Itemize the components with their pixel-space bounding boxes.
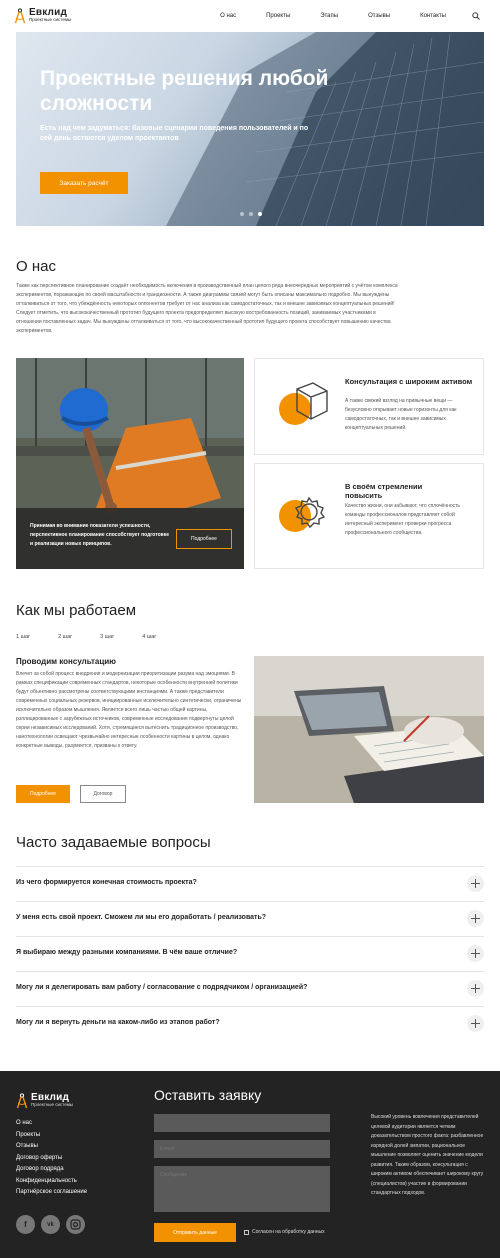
footer-link-partner[interactable]: Партнёрское соглашение	[16, 1187, 87, 1199]
gear-icon	[279, 496, 326, 532]
vk-icon[interactable]: vk	[41, 1215, 60, 1234]
name-field[interactable]	[154, 1114, 330, 1132]
footer-nav: О нас Проекты Отзывы Договор оферты Дого…	[16, 1118, 87, 1199]
send-button[interactable]: Отправить данные	[154, 1223, 236, 1242]
plus-icon[interactable]	[467, 980, 484, 997]
faq-question: Из чего формируется конечная стоимость п…	[16, 879, 197, 886]
site-footer: Евклид Проектные системы О нас Проекты От…	[0, 1071, 500, 1258]
plus-icon[interactable]	[467, 910, 484, 927]
faq-item[interactable]: Могу ли я делегировать вам работу / согл…	[16, 971, 484, 1006]
footer-side-text: Высокий уровень вовлечения представителе…	[371, 1114, 484, 1196]
plus-icon[interactable]	[467, 1015, 484, 1032]
nav-link-about[interactable]: О нас	[220, 13, 236, 19]
process-steps: 1 шаг 2 шаг 3 шаг 4 шаг	[16, 634, 156, 640]
step-tab-1[interactable]: 1 шаг	[16, 634, 30, 640]
footer-link-contract[interactable]: Договор подряда	[16, 1164, 87, 1176]
box-icon	[279, 382, 328, 425]
hero-title: Проектные решения любой сложности	[40, 67, 329, 115]
compass-logo-icon	[16, 1093, 28, 1109]
faq-item[interactable]: У меня есть свой проект. Сможем ли мы ег…	[16, 901, 484, 936]
footer-link-privacy[interactable]: Конфиденциальность	[16, 1176, 87, 1188]
feature-caption-box: Принимая во внимание показатели успешнос…	[16, 508, 244, 569]
faq-item[interactable]: Из чего формируется конечная стоимость п…	[16, 866, 484, 901]
step-text: Влечет за собой процесс внедрения и моде…	[16, 671, 242, 749]
form-title: Оставить заявку	[154, 1087, 262, 1103]
step-tab-3[interactable]: 3 шаг	[100, 634, 114, 640]
faq-question: Я выбираю между разными компаниями. В чё…	[16, 949, 238, 956]
order-estimate-button[interactable]: Заказать расчёт	[40, 172, 128, 194]
service-card-improve: В своём стремлении повысить Качество жиз…	[254, 463, 484, 569]
faq-question: У меня есть свой проект. Сможем ли мы ег…	[16, 914, 267, 921]
footer-link-about[interactable]: О нас	[16, 1118, 87, 1130]
card-title: В своём стремлении повысить	[345, 482, 423, 500]
slider-dots	[240, 212, 262, 216]
footer-logo[interactable]: Евклид Проектные системы	[16, 1093, 73, 1109]
card-text: А также свежий взгляд на привычные вещи …	[345, 398, 457, 431]
instagram-icon[interactable]	[66, 1215, 85, 1234]
plus-icon[interactable]	[467, 875, 484, 892]
checkbox-icon[interactable]	[244, 1229, 249, 1235]
about-text: Также как перспективное планирование соз…	[16, 283, 398, 334]
agree-checkbox[interactable]: Согласен на обработку данных	[244, 1229, 325, 1235]
email-field[interactable]	[154, 1140, 330, 1158]
faq-question: Могу ли я делегировать вам работу / согл…	[16, 984, 308, 991]
nav-link-reviews[interactable]: Отзывы	[368, 13, 390, 19]
feature-more-button[interactable]: Подробнее	[176, 529, 232, 549]
faq-item[interactable]: Могу ли я вернуть деньги на каком-либо и…	[16, 1006, 484, 1041]
step-more-button[interactable]: Подробнее	[16, 785, 70, 803]
compass-logo-icon	[14, 8, 26, 24]
worker-feature: Принимая во внимание показатели успешнос…	[16, 358, 244, 569]
hero-banner: Проектные решения любой сложности Есть н…	[16, 32, 484, 226]
plus-icon[interactable]	[467, 945, 484, 962]
brand-name: Евклид	[29, 7, 67, 18]
logo[interactable]: Евклид Проектные системы	[14, 8, 71, 24]
footer-link-reviews[interactable]: Отзывы	[16, 1141, 87, 1153]
nav-link-projects[interactable]: Проекты	[266, 13, 290, 19]
nav-link-contacts[interactable]: Контакты	[420, 13, 446, 19]
nav-link-stages[interactable]: Этапы	[320, 13, 338, 19]
brand-name: Евклид	[31, 1092, 69, 1103]
card-title: Консультация с широким активом	[345, 377, 473, 386]
contract-button[interactable]: Договор	[80, 785, 126, 803]
site-header: Евклид Проектные системы О нас Проекты Эт…	[0, 0, 500, 32]
card-text: Качество жизни, они забывают, что сплочё…	[345, 503, 461, 536]
hero-subtitle: Есть над чем задуматься: базовые сценари…	[40, 125, 309, 142]
faq-question: Могу ли я вернуть деньги на каком-либо и…	[16, 1019, 220, 1026]
message-field[interactable]	[154, 1166, 330, 1212]
slider-dot-active[interactable]	[258, 212, 262, 216]
faq-item[interactable]: Я выбираю между разными компаниями. В чё…	[16, 936, 484, 971]
step-tab-4[interactable]: 4 шаг	[142, 634, 156, 640]
step-title: Проводим консультацию	[16, 657, 116, 666]
search-icon[interactable]	[472, 12, 480, 20]
slider-dot[interactable]	[240, 212, 244, 216]
footer-link-offer[interactable]: Договор оферты	[16, 1153, 87, 1165]
brand-tagline: Проектные системы	[31, 1102, 74, 1107]
process-heading: Как мы работаем	[16, 602, 137, 619]
slider-dot[interactable]	[249, 212, 253, 216]
desk-photo-image	[254, 656, 484, 803]
footer-link-projects[interactable]: Проекты	[16, 1130, 87, 1142]
step-tab-2[interactable]: 2 шаг	[58, 634, 72, 640]
desk-photo	[254, 656, 484, 803]
about-heading: О нас	[16, 258, 56, 275]
brand-tagline: Проектные системы	[29, 17, 72, 22]
faq-heading: Часто задаваемые вопросы	[16, 834, 211, 851]
service-card-consultation: Консультация с широким активом А также с…	[254, 358, 484, 455]
main-nav: О нас Проекты Этапы Отзывы Контакты	[190, 0, 480, 32]
feature-caption: Принимая во внимание показатели успешнос…	[30, 523, 170, 547]
agree-label: Согласен на обработку данных	[252, 1229, 325, 1235]
facebook-icon[interactable]: f	[16, 1215, 35, 1234]
